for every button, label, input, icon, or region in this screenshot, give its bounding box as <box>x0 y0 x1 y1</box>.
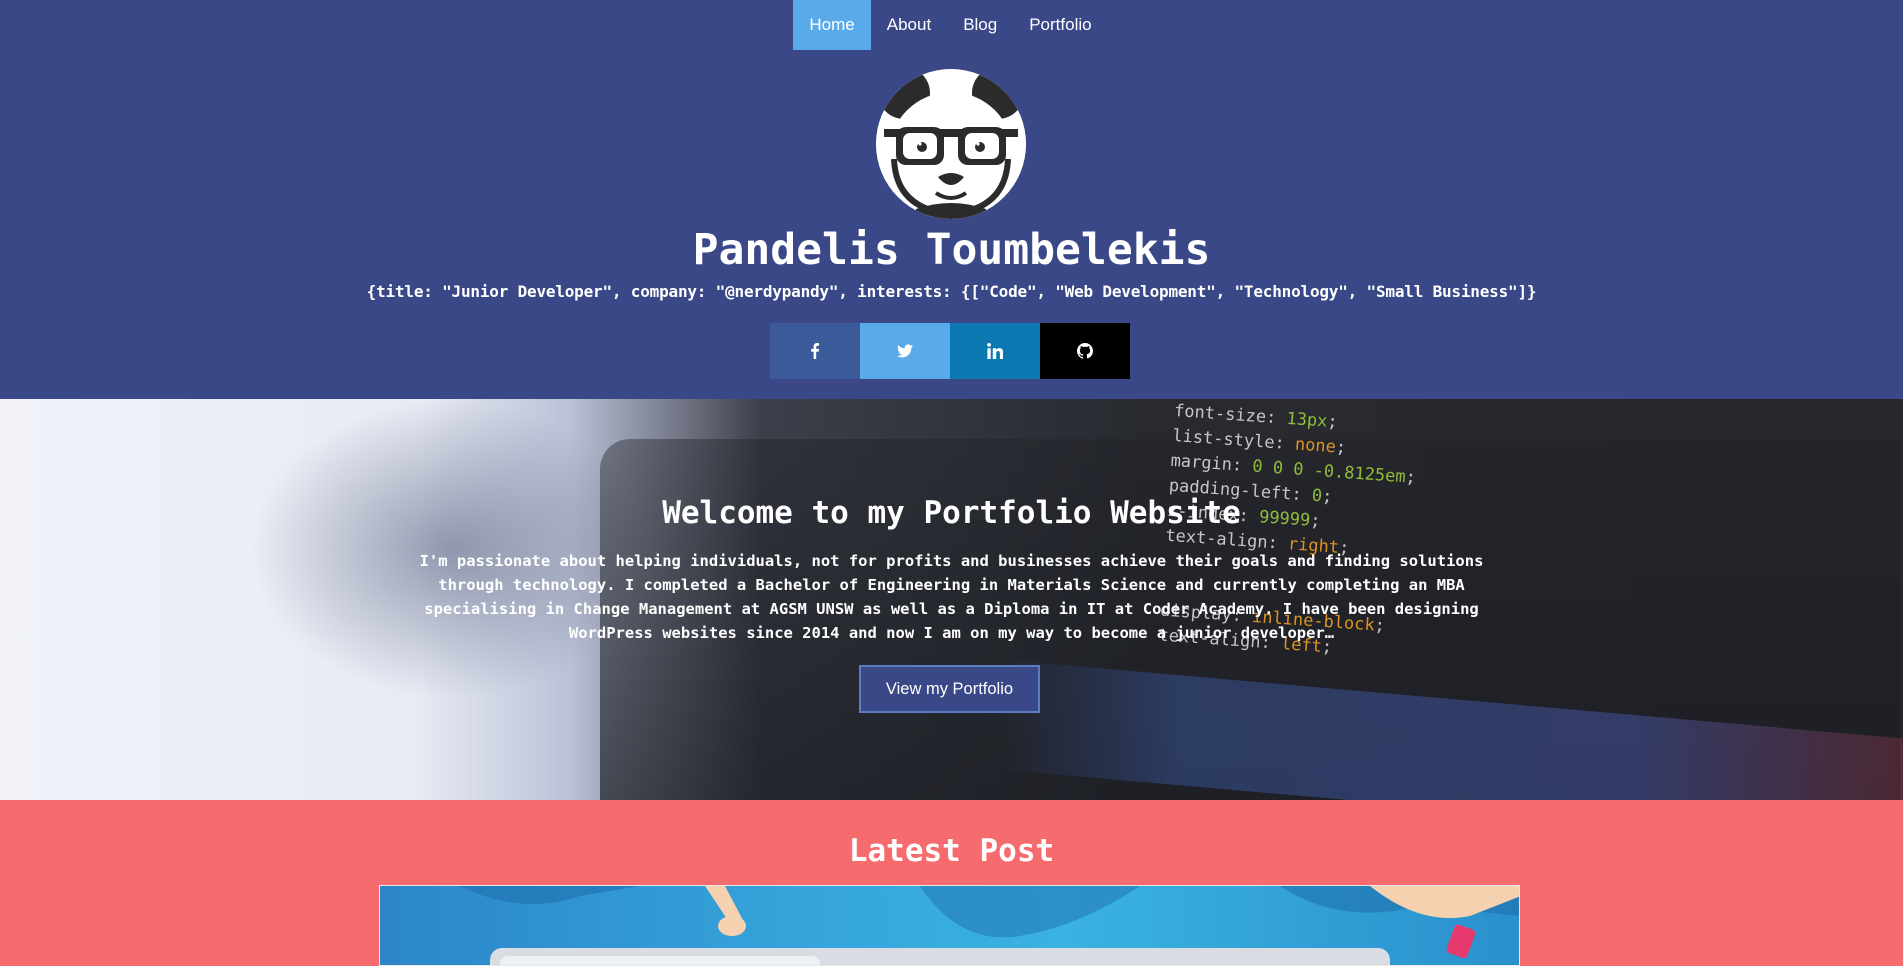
view-portfolio-button[interactable]: View my Portfolio <box>859 665 1040 713</box>
nav-item-blog[interactable]: Blog <box>947 0 1013 50</box>
linkedin-button[interactable] <box>950 323 1040 379</box>
top-nav: Home About Blog Portfolio <box>0 0 1903 50</box>
social-links <box>770 323 1130 379</box>
facebook-button[interactable] <box>770 323 860 379</box>
profile-header: Pandelis Toumbelekis {title: "Junior Dev… <box>0 50 1903 399</box>
twitter-button[interactable] <box>860 323 950 379</box>
latest-post-section: Latest Post <box>0 800 1903 966</box>
nav-item-about[interactable]: About <box>871 0 947 50</box>
hero-banner: font-size: 13px; list-style: none; margin:… <box>0 399 1903 800</box>
hero-description: I'm passionate about helping individuals… <box>419 552 1484 642</box>
nav-menu: Home About Blog Portfolio <box>793 0 1107 50</box>
post-illustration <box>460 886 1519 965</box>
twitter-icon <box>897 344 913 358</box>
github-button[interactable] <box>1040 323 1130 379</box>
github-icon <box>1077 343 1093 359</box>
hero-title: Welcome to my Portfolio Website <box>662 495 1241 531</box>
nav-item-home[interactable]: Home <box>793 0 871 50</box>
latest-post-image[interactable] <box>379 885 1520 966</box>
panda-with-glasses-icon <box>876 69 1026 219</box>
hero-background-code: font-size: 13px; list-style: none; margin:… <box>1158 399 1774 690</box>
facebook-icon <box>811 343 819 359</box>
profile-name: Pandelis Toumbelekis <box>692 225 1211 275</box>
latest-post-title: Latest Post <box>848 833 1055 869</box>
nav-item-portfolio[interactable]: Portfolio <box>1013 0 1107 50</box>
linkedin-icon <box>987 343 1003 359</box>
profile-tagline: {title: "Junior Developer", company: "@n… <box>366 282 1537 301</box>
